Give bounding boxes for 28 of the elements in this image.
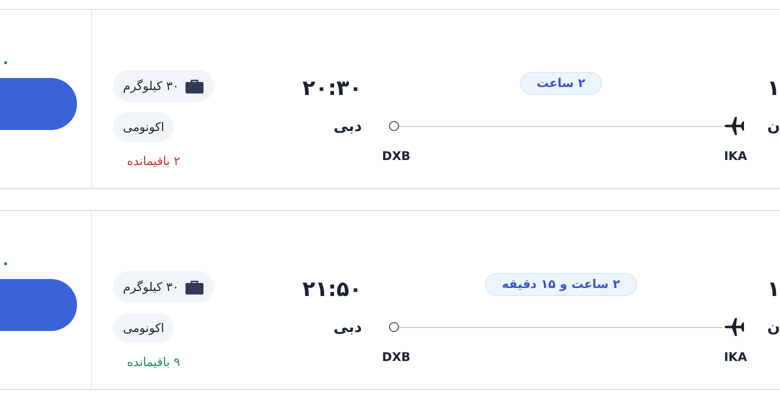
airport-code: IKA — [724, 148, 747, 165]
airport-code: DXB — [382, 148, 410, 165]
airplane-icon — [723, 116, 745, 136]
departure-time: ۱ — [767, 276, 780, 303]
price-text: ۰ — [1, 253, 10, 273]
baggage-text: ۳۰ کیلوگرم — [123, 279, 179, 295]
cabin-class-tag: اکونومی — [113, 313, 174, 343]
airport-code: IKA — [724, 349, 747, 366]
cabin-class-tag: اکونومی — [113, 112, 174, 142]
airplane-icon — [723, 317, 745, 337]
arrival-city: دبی — [333, 317, 362, 337]
duration-tag: ۲ ساعت — [520, 72, 602, 95]
destination-dot-icon — [389, 121, 399, 131]
destination-dot-icon — [389, 322, 399, 332]
departure-city: ن — [767, 317, 780, 337]
seats-left-text: ۹ باقیمانده — [126, 354, 180, 370]
arrival-time: ۲۱:۵۰ — [302, 276, 362, 303]
departure-city: ن — [767, 116, 780, 136]
seats-left-text: ۲ باقیمانده — [126, 153, 180, 169]
airport-code: DXB — [382, 349, 410, 366]
arrival-city: دبی — [333, 116, 362, 136]
arrival-time: ۲۰:۳۰ — [302, 75, 362, 102]
suitcase-icon — [184, 280, 204, 294]
departure-time: ۱ — [767, 75, 780, 102]
suitcase-icon — [184, 78, 204, 94]
baggage-text: ۳۰ کیلوگرم — [123, 78, 179, 94]
duration-tag: ۲ ساعت و ۱۵ دقیقه — [484, 273, 638, 296]
price-text: ۰ — [1, 52, 10, 72]
